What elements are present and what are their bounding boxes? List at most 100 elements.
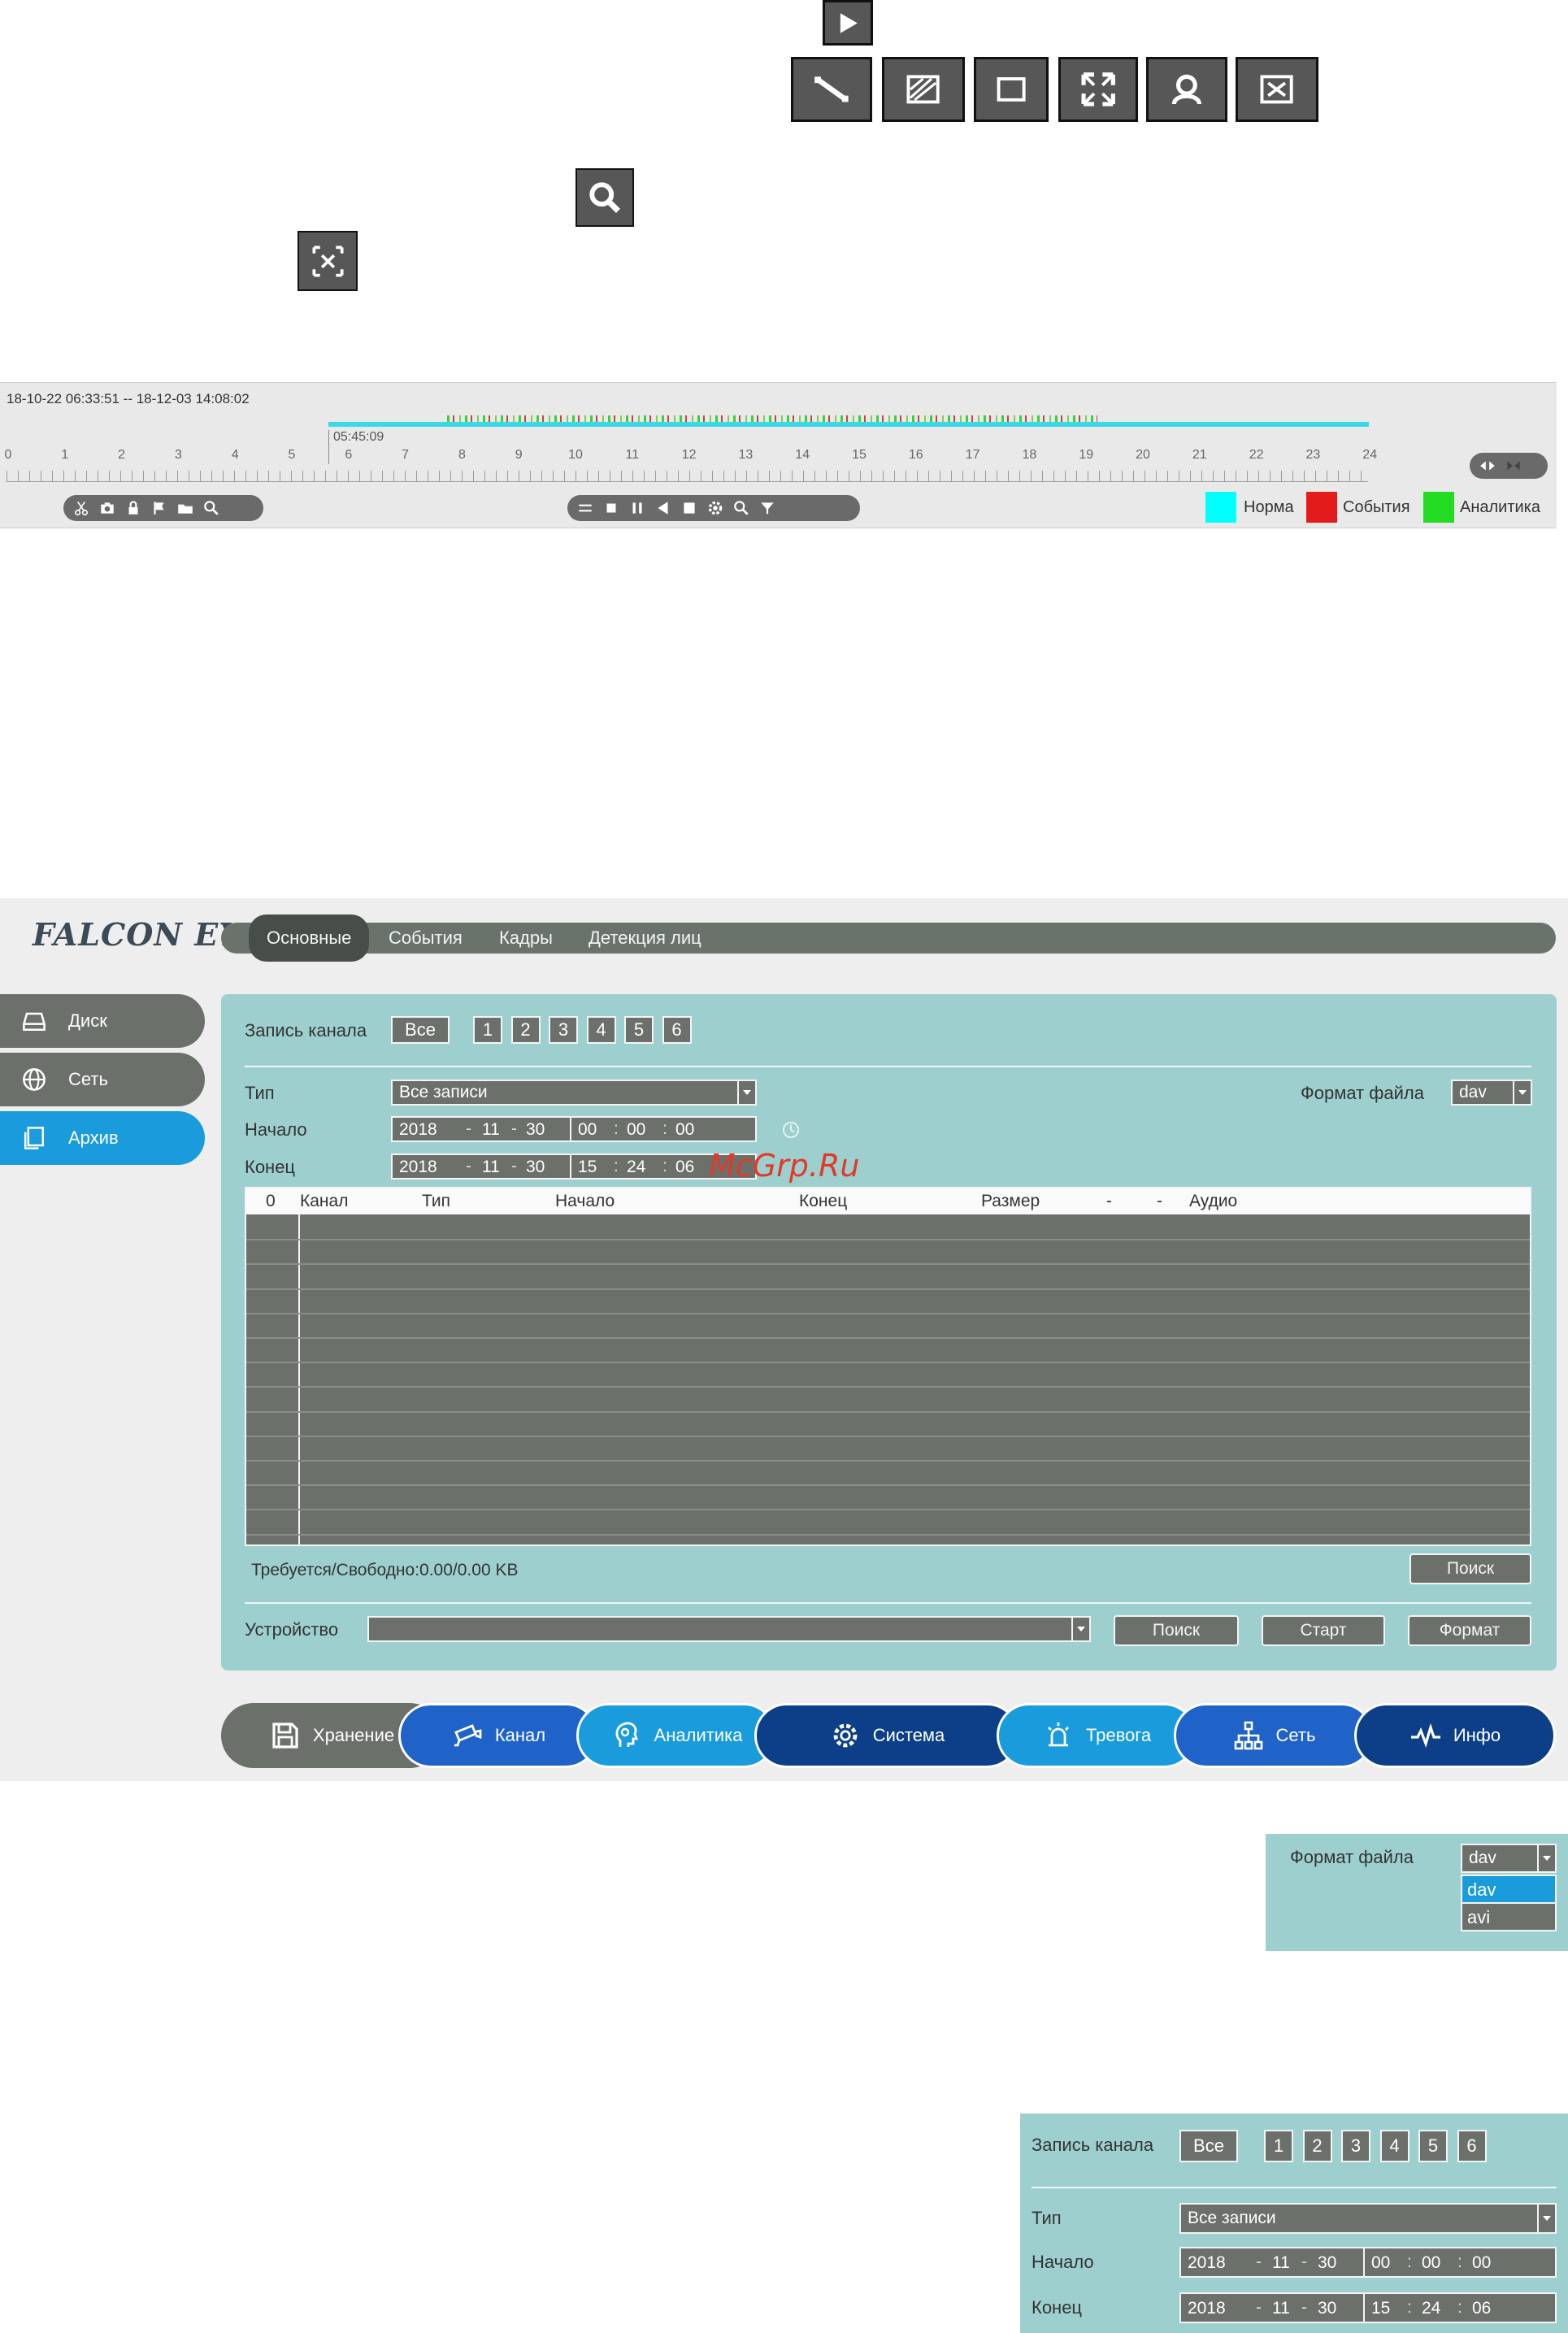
sidebar-item-archive[interactable]: Архив — [0, 1111, 205, 1165]
end-minute[interactable]: 24 — [627, 1158, 645, 1177]
col-audio[interactable]: Аудио — [1189, 1192, 1237, 1211]
tab-events[interactable]: События — [389, 923, 463, 954]
person-icon[interactable] — [1146, 57, 1227, 122]
channel-all-button[interactable]: Все — [391, 1016, 450, 1044]
end-month[interactable]: 11 — [1272, 2299, 1290, 2318]
end-second[interactable]: 06 — [675, 1158, 694, 1177]
timeline-ruler[interactable] — [7, 471, 1368, 482]
device-start-button[interactable]: Старт — [1262, 1615, 1385, 1646]
tab-face-detection[interactable]: Детекция лиц — [589, 923, 701, 954]
search-icon[interactable] — [576, 168, 634, 227]
folder-icon[interactable] — [174, 497, 197, 519]
nav-alarm[interactable]: Тревога — [997, 1703, 1197, 1768]
reverse-play-icon[interactable] — [652, 497, 675, 519]
end-hour[interactable]: 15 — [1371, 2299, 1390, 2318]
chevron-down-icon[interactable] — [1513, 1081, 1531, 1104]
tab-basic[interactable]: Основные — [249, 915, 370, 962]
tab-frames[interactable]: Кадры — [499, 923, 553, 954]
end-second[interactable]: 06 — [1472, 2299, 1491, 2318]
start-day[interactable]: 30 — [1318, 2253, 1336, 2273]
device-format-button[interactable]: Формат — [1408, 1615, 1531, 1646]
end-minute[interactable]: 24 — [1422, 2299, 1440, 2318]
channel-button-1[interactable]: 1 — [1264, 2130, 1293, 2162]
step-icon[interactable] — [678, 497, 701, 519]
start-month[interactable]: 11 — [1272, 2253, 1290, 2273]
zoom-in-arrows-icon[interactable] — [1476, 454, 1499, 477]
start-datetime[interactable]: 2018 - 11 - 30 00 : 00 : 00 — [391, 1116, 757, 1142]
chevron-down-icon[interactable] — [1537, 2205, 1555, 2232]
channel-button-1[interactable]: 1 — [473, 1016, 502, 1044]
sidebar-item-network[interactable]: Сеть — [0, 1053, 205, 1106]
start-minute[interactable]: 00 — [627, 1120, 645, 1140]
start-second[interactable]: 00 — [1472, 2253, 1491, 2273]
table-row[interactable] — [246, 1239, 1530, 1241]
search-button[interactable]: Поиск — [1409, 1553, 1531, 1584]
table-row[interactable] — [246, 1509, 1530, 1511]
nav-channel[interactable]: Канал — [398, 1703, 598, 1768]
lock-icon[interactable] — [122, 497, 145, 519]
col-start[interactable]: Начало — [555, 1192, 615, 1211]
channel-button-5[interactable]: 5 — [624, 1016, 654, 1044]
col-type[interactable]: Тип — [422, 1192, 450, 1211]
format-option-dav[interactable]: dav — [1461, 1875, 1557, 1902]
nav-info[interactable]: Инфо — [1354, 1703, 1556, 1768]
clock-icon[interactable] — [780, 1119, 801, 1140]
start-datetime[interactable]: 2018 - 11 - 30 00 : 00 : 00 — [1179, 2247, 1557, 2278]
end-hour[interactable]: 15 — [578, 1158, 597, 1177]
end-day[interactable]: 30 — [1318, 2299, 1336, 2318]
start-second[interactable]: 00 — [675, 1120, 694, 1140]
end-day[interactable]: 30 — [526, 1158, 545, 1177]
end-month[interactable]: 11 — [482, 1158, 500, 1177]
sidebar-item-disk[interactable]: Диск — [0, 994, 205, 1048]
channel-button-6[interactable]: 6 — [1457, 2130, 1487, 2162]
cut-icon[interactable] — [70, 497, 93, 519]
table-row[interactable] — [246, 1460, 1530, 1462]
split-icon[interactable] — [574, 497, 597, 519]
col-index[interactable]: 0 — [266, 1192, 276, 1211]
col-end[interactable]: Конец — [799, 1192, 847, 1211]
col-dash-2[interactable]: - — [1157, 1192, 1162, 1211]
region-icon[interactable] — [974, 57, 1049, 122]
format-select[interactable]: dav — [1461, 1844, 1557, 1873]
zoom-icon[interactable] — [200, 497, 223, 519]
table-row[interactable] — [246, 1312, 1530, 1314]
clear-icon[interactable] — [1236, 57, 1318, 122]
format-option-avi[interactable]: avi — [1461, 1902, 1557, 1931]
nav-network[interactable]: Сеть — [1174, 1703, 1374, 1768]
nav-analytics[interactable]: Аналитика — [576, 1703, 776, 1768]
chevron-down-icon[interactable] — [737, 1081, 755, 1104]
channel-button-4[interactable]: 4 — [1379, 2130, 1409, 2162]
channel-button-2[interactable]: 2 — [1302, 2130, 1332, 2162]
channel-button-6[interactable]: 6 — [662, 1016, 692, 1044]
device-select[interactable] — [367, 1616, 1091, 1642]
clear-small-icon[interactable] — [298, 231, 358, 291]
start-year[interactable]: 2018 — [399, 1120, 437, 1140]
table-row[interactable] — [246, 1337, 1530, 1339]
mask-area-icon[interactable] — [882, 57, 965, 122]
start-year[interactable]: 2018 — [1188, 2253, 1226, 2273]
start-minute[interactable]: 00 — [1422, 2253, 1440, 2273]
pause-icon[interactable] — [626, 497, 649, 519]
type-select[interactable]: Все записи — [391, 1080, 757, 1106]
col-dash-1[interactable]: - — [1106, 1192, 1112, 1211]
start-day[interactable]: 30 — [526, 1120, 545, 1140]
start-month[interactable]: 11 — [482, 1120, 500, 1140]
table-row[interactable] — [246, 1484, 1530, 1487]
snapshot-icon[interactable] — [96, 497, 119, 519]
zoom-out-arrows-icon[interactable] — [1502, 454, 1525, 477]
table-row[interactable] — [246, 1263, 1530, 1266]
end-datetime[interactable]: 2018 - 11 - 30 15 : 24 : 06 — [391, 1153, 757, 1180]
channel-button-3[interactable]: 3 — [1341, 2130, 1370, 2162]
channel-button-5[interactable]: 5 — [1418, 2130, 1448, 2162]
records-table[interactable]: 0 Канал Тип Начало Конец Размер - - Ауди… — [245, 1187, 1531, 1546]
type-select[interactable]: Все записи — [1179, 2203, 1557, 2234]
flag-icon[interactable] — [148, 497, 171, 519]
play-icon[interactable] — [823, 0, 873, 46]
format-select[interactable]: dav — [1451, 1080, 1532, 1106]
table-row[interactable] — [246, 1533, 1530, 1536]
end-datetime[interactable]: 2018 - 11 - 30 15 : 24 : 06 — [1179, 2292, 1557, 2323]
channel-button-3[interactable]: 3 — [549, 1016, 578, 1044]
end-year[interactable]: 2018 — [1188, 2299, 1226, 2318]
timeline-record-bar[interactable] — [328, 422, 1369, 427]
device-search-button[interactable]: Поиск — [1114, 1615, 1239, 1646]
